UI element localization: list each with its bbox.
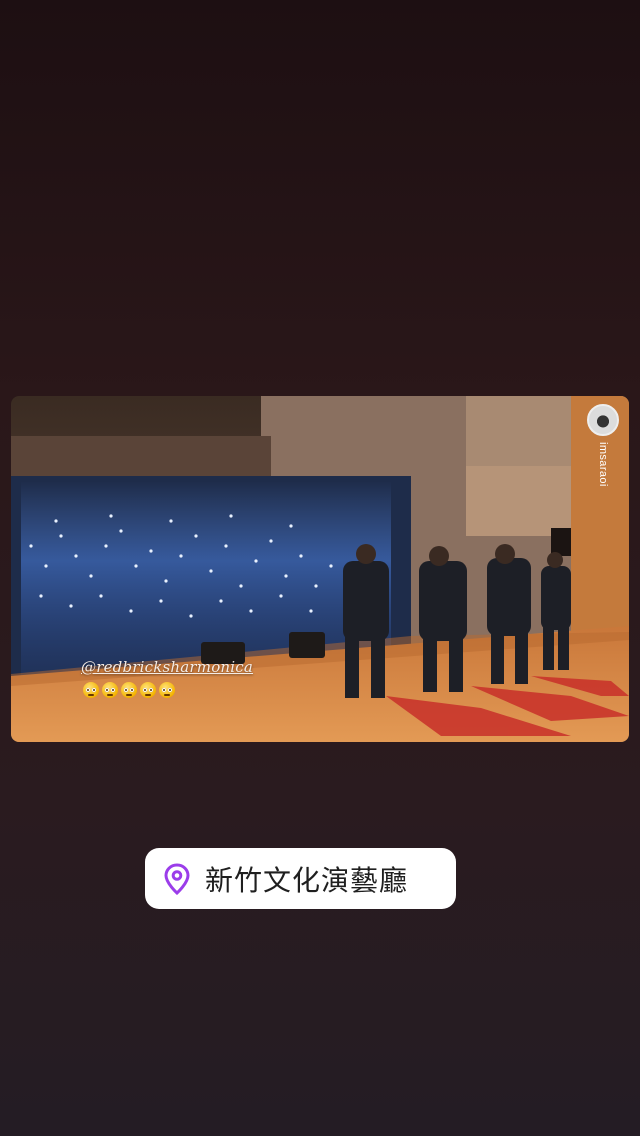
pleading-face-icon <box>102 682 118 698</box>
reshare-credit[interactable]: imsaraoi <box>587 404 619 487</box>
pleading-face-icon <box>159 682 175 698</box>
location-sticker[interactable]: 新竹文化演藝廳 <box>145 848 456 909</box>
location-pin-icon <box>164 862 190 895</box>
location-name: 新竹文化演藝廳 <box>205 863 409 897</box>
emoji-row <box>83 682 175 698</box>
pleading-face-icon <box>83 682 99 698</box>
pleading-face-icon <box>140 682 156 698</box>
story-media[interactable]: @redbricksharmonica imsaraoi <box>11 396 629 742</box>
avatar[interactable] <box>587 404 619 436</box>
mention-tag[interactable]: @redbricksharmonica <box>81 658 253 676</box>
credit-username[interactable]: imsaraoi <box>597 442 609 487</box>
pleading-face-icon <box>121 682 137 698</box>
